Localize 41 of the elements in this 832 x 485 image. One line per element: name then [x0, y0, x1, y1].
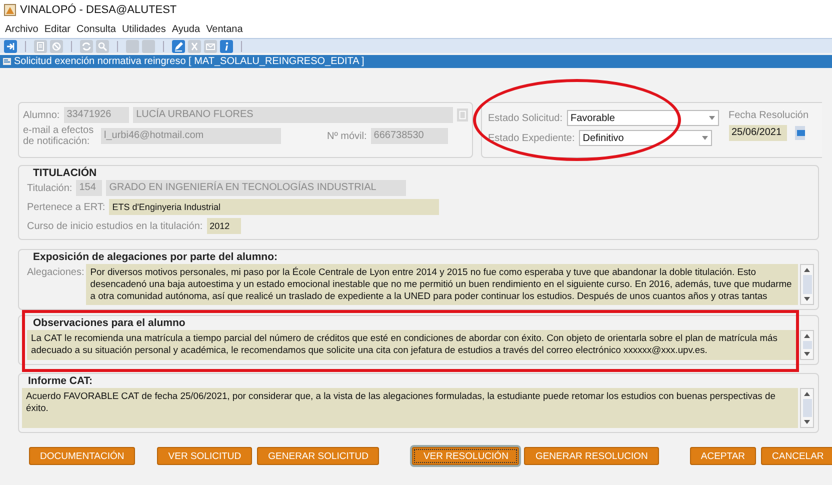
pencil-icon[interactable]: [172, 40, 185, 52]
mobile-field: 666738530: [370, 128, 448, 144]
menu-item[interactable]: Editar: [44, 24, 70, 34]
field-label: Alegaciones:: [27, 266, 84, 278]
report-text[interactable]: Acuerdo FAVORABLE CAT de fecha 25/06/2021, por considerar que, a la vista de las alegaciones formuladas, la estudiante puede retomar los estudios con buenas perspectivas de éxito.: [22, 388, 798, 428]
field-label: Fecha Resolución: [728, 110, 809, 121]
field-label: Curso de inicio estudios en la titulación:: [27, 220, 203, 232]
date-field[interactable]: 25/06/2021: [728, 125, 786, 141]
field-label: Estado Expediente:: [488, 132, 575, 144]
field-label: Estado Solicitud:: [488, 112, 562, 124]
exit-icon[interactable]: [4, 40, 17, 52]
menu-item[interactable]: Ventana: [206, 24, 243, 34]
observations-text[interactable]: La CAT le recomienda una matrícula a tiempo parcial del número de créditos que esté en condiciones de abordar con éxito. Con objeto de orientarla sobre el plan de matrícula más adecuado a su situación personal y académica, le recomendamos que solicite una cita con jefatura de estudios a través del correo electrónico xxxxxx@xxx.upv.es.: [27, 330, 798, 360]
email-field: l_urbi46@hotmail.com: [101, 128, 281, 144]
form-title: Solicitud exención normativa reingreso [ MAT_SOLALU_REINGRESO_EDITA ]: [14, 56, 364, 67]
menu-item[interactable]: Consulta: [76, 24, 116, 34]
form-icon: [3, 58, 11, 65]
name-field: LUCÍA URBANO FLORES: [133, 107, 453, 123]
allegations-text[interactable]: Por diversos motivos personales, mi paso por la École Centrale de Lyon entre 2014 y 2015 no fue como esperaba y tuve que abandonar la doble titulación. Esto desencadenó una baja autoestima y un estado emocional inestable que no me permitió un buen rendimiento en el siguiente curso. En 2016, además, tuve que mudarme a otra comunidad autónoma, así que realicé un traslado de expediente a la UNED para poder continuar los estudios. Después de unos cuantos años y otras tantas: [86, 264, 798, 305]
dropdown[interactable]: Definitivo: [578, 130, 712, 146]
menu-item[interactable]: Archivo: [5, 24, 38, 34]
list-icon[interactable]: [456, 108, 468, 122]
year-field: 2012: [206, 218, 241, 234]
menu-item[interactable]: Utilidades: [122, 24, 166, 34]
field-label: e-mail a efectos de notificación:: [23, 125, 95, 147]
scrollbar[interactable]: [800, 388, 814, 428]
app-icon: [4, 4, 16, 16]
school-field: ETS d'Enginyeria Industrial: [109, 199, 440, 215]
id-field: 33471926: [64, 107, 130, 123]
degree-field: GRADO EN INGENIERÍA EN TECNOLOGÍAS INDUSTRIAL: [106, 180, 406, 196]
info-icon[interactable]: [220, 40, 233, 52]
menu-item[interactable]: Ayuda: [172, 24, 200, 34]
code-field: 154: [76, 180, 102, 196]
field-label: Pertenece a ERT:: [27, 202, 106, 212]
scrollbar[interactable]: [800, 330, 814, 360]
field-label: Titulación:: [27, 182, 72, 194]
scrollbar[interactable]: [800, 264, 814, 305]
window-title: VINALOPÓ - DESA@ALUTEST: [20, 4, 177, 16]
dropdown[interactable]: Favorable: [566, 110, 718, 126]
field-label: Nº móvil:: [327, 130, 367, 142]
field-label: Alumno:: [23, 110, 60, 120]
